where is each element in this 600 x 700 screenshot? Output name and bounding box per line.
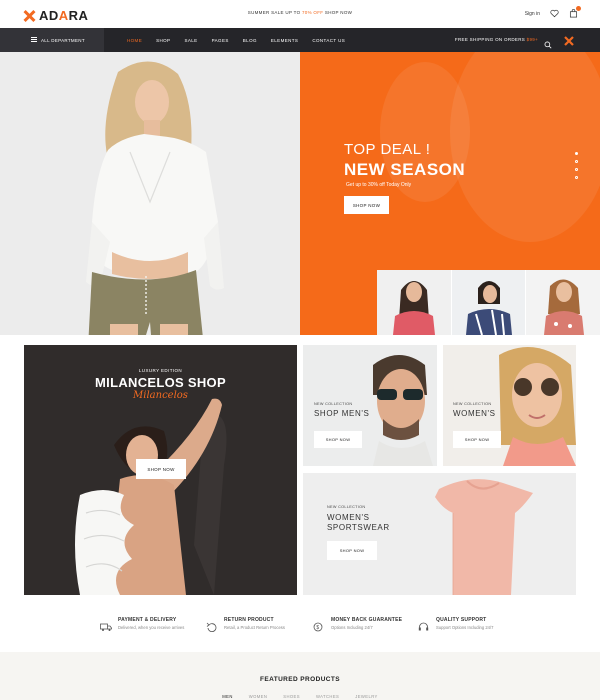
luxury-shop-now-button[interactable]: SHOP NOW [136, 459, 186, 479]
promo-highlight: 70% OFF [301, 10, 324, 15]
truck-icon [100, 619, 112, 631]
tab-men[interactable]: MEN [222, 694, 233, 699]
sportswear-shop-now-button[interactable]: SHOP NOW [327, 541, 377, 560]
service-features: PAYMENT & DELIVERY Delivered, when you re… [0, 605, 600, 645]
hero-subtitle: Get up to 30% off Today Only [346, 182, 412, 188]
money-icon: $ [313, 619, 325, 632]
service-item: PAYMENT & DELIVERY Delivered, when you re… [100, 617, 184, 631]
nav-item-shop[interactable]: SHOP [156, 38, 170, 43]
nav-item-sale[interactable]: SALE [184, 38, 197, 43]
mens-promo-card[interactable]: NEW COLLECTION SHOP MEN'S SHOP NOW [303, 345, 437, 466]
menu-icon [31, 37, 37, 42]
slider-dot[interactable] [575, 176, 578, 179]
background-figure [450, 52, 600, 242]
headset-icon [418, 619, 430, 631]
section-title: FEATURED PRODUCTS [260, 676, 340, 683]
luxury-promo-card[interactable]: LUXURY EDITION MILANCELOS SHOP Milancelo… [24, 345, 297, 595]
slider-dot[interactable] [575, 160, 578, 163]
hero-model-image [0, 52, 300, 335]
slider-dot[interactable] [575, 152, 578, 155]
main-navigation: ALL DEPARTMENT HOME SHOP SALE PAGES BLOG… [0, 28, 600, 52]
featured-tabs: MEN WOMEN SHOES WATCHES JEWELRY [0, 694, 600, 699]
tab-watches[interactable]: WATCHES [316, 694, 339, 699]
nav-item-elements[interactable]: ELEMENTS [271, 38, 298, 43]
slider-dot[interactable] [575, 168, 578, 171]
hero-headline: TOP DEAL ! [344, 141, 431, 158]
service-item: $ MONEY BACK GUARANTEE Options Including … [313, 617, 402, 632]
promo-banner-text: SUMMER SALE UP TO 70% OFF SHOP NOW [247, 10, 353, 15]
search-icon[interactable] [544, 36, 552, 49]
signin-link[interactable]: Sign in [525, 11, 540, 17]
mens-shop-now-button[interactable]: SHOP NOW [314, 431, 362, 448]
nav-item-blog[interactable]: BLOG [243, 38, 257, 43]
card-kicker: NEW COLLECTION [327, 505, 366, 509]
brand-mark-icon[interactable] [563, 34, 575, 46]
account-actions: Sign in [525, 6, 581, 18]
hero-shop-now-button[interactable]: SHOP NOW [344, 196, 389, 214]
promo-kicker: LUXURY EDITION [138, 368, 183, 373]
thumbnail-image[interactable] [377, 270, 451, 335]
promo-shop-link[interactable]: SHOP NOW [325, 10, 352, 15]
card-title: WOMEN'S [453, 409, 496, 418]
top-bar: ADARA SUMMER SALE UP TO 70% OFF SHOP NOW… [0, 0, 600, 28]
background-figure [380, 62, 470, 202]
thumbnail-image[interactable] [526, 270, 600, 335]
featured-products-section: FEATURED PRODUCTS MEN WOMEN SHOES WATCHE… [0, 652, 600, 700]
card-title: WOMEN'S SPORTSWEAR [327, 513, 390, 532]
all-department-button[interactable]: ALL DEPARTMENT [0, 28, 104, 52]
womens-shop-now-button[interactable]: SHOP NOW [453, 431, 501, 448]
nav-item-contact[interactable]: CONTACT US [312, 38, 345, 43]
svg-text:$: $ [316, 625, 319, 631]
promo-script-title: Milancelos [133, 390, 188, 401]
thumbnail-image[interactable] [451, 270, 526, 335]
cart-count-badge [576, 6, 581, 11]
tab-women[interactable]: WOMEN [249, 694, 268, 699]
promo-title: MILANCELOS SHOP [95, 375, 226, 390]
sportswear-promo-card[interactable]: NEW COLLECTION WOMEN'S SPORTSWEAR SHOP N… [303, 473, 576, 595]
tab-shoes[interactable]: SHOES [283, 694, 300, 699]
card-title: SHOP MEN'S [314, 409, 370, 418]
tab-jewelry[interactable]: JEWELRY [355, 694, 378, 699]
nav-menu: HOME SHOP SALE PAGES BLOG ELEMENTS CONTA… [127, 28, 359, 52]
hero-thumbnails [377, 270, 600, 335]
bag-icon[interactable] [569, 6, 581, 18]
return-icon [206, 619, 218, 633]
card-kicker: NEW COLLECTION [314, 402, 353, 406]
service-item: RETURN PRODUCT Retail, a Product Return P… [206, 617, 285, 633]
hero-title: NEW SEASON [344, 160, 466, 179]
card-kicker: NEW COLLECTION [453, 402, 492, 406]
womens-promo-card[interactable]: NEW COLLECTION WOMEN'S SHOP NOW [443, 345, 576, 466]
nav-item-home[interactable]: HOME [127, 38, 142, 43]
free-shipping-notice: FREE SHIPPING ON ORDERS $99+ [454, 37, 538, 42]
heart-icon[interactable] [550, 9, 559, 18]
service-item: QUALITY SUPPORT Support Options Including… [418, 617, 494, 631]
nav-item-pages[interactable]: PAGES [212, 38, 229, 43]
slider-dots [575, 152, 578, 179]
